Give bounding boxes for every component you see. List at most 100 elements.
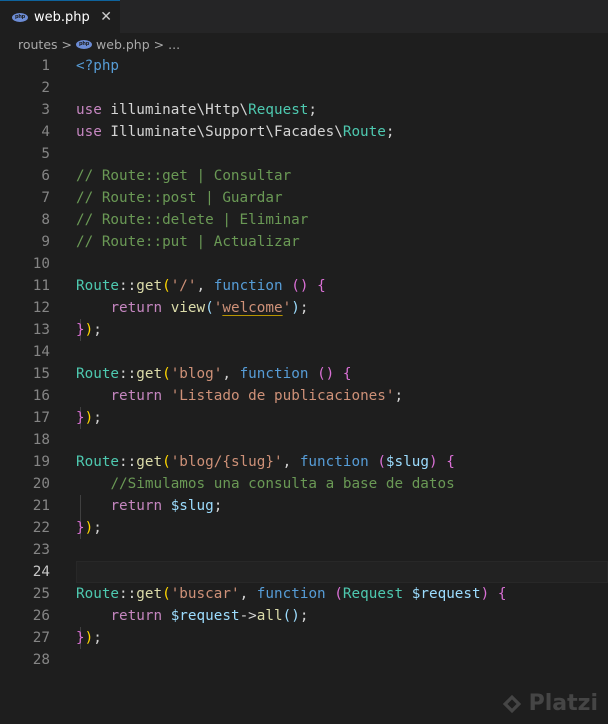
line-number: 4 (41, 124, 50, 140)
line-number: 24 (32, 564, 50, 580)
code-token: <?php (76, 58, 120, 74)
code-line[interactable]: 27}); (0, 627, 608, 649)
code-token: ) (84, 630, 94, 646)
code-line[interactable]: 14 (0, 341, 608, 363)
code-token: ; (93, 322, 102, 338)
code-line[interactable]: 26 return $request->all(); (0, 605, 608, 627)
code-text: Route::get('blog/{slug}', function ($slu… (76, 451, 455, 473)
code-token: Route (76, 366, 120, 382)
line-number: 25 (32, 586, 50, 602)
code-token: return (110, 388, 163, 404)
code-line[interactable]: 4 use Illuminate\Support\Facades\Route; (0, 121, 608, 143)
code-line[interactable]: 13}); (0, 319, 608, 341)
code-token: ) (428, 454, 438, 470)
code-line[interactable]: 22}); (0, 517, 608, 539)
code-token: ; (299, 608, 309, 624)
code-line[interactable]: 12 return view('welcome'); (0, 297, 608, 319)
close-icon[interactable]: ✕ (100, 9, 112, 25)
code-token: ( (162, 366, 171, 382)
code-token: { (497, 586, 507, 602)
code-text: Route::get('blog', function () { (76, 363, 352, 385)
code-line[interactable]: 18 (0, 429, 608, 451)
line-number: 22 (32, 520, 50, 536)
code-text: // Route::get | Consultar (76, 165, 291, 187)
code-token: $request (411, 586, 481, 602)
line-number: 7 (41, 190, 50, 206)
code-line[interactable]: 20 //Simulamos una consulta a base de da… (0, 473, 608, 495)
code-text: }); (76, 627, 102, 649)
code-text: return $request->all(); (76, 605, 308, 627)
code-line[interactable]: 5 (0, 143, 608, 165)
code-line[interactable]: 25 Route::get('buscar', function (Request… (0, 583, 608, 605)
code-token: function (213, 278, 283, 294)
code-line[interactable]: 3 use illuminate\Http\Request; (0, 99, 608, 121)
code-line[interactable]: 1 <?php (0, 55, 608, 77)
code-token: get (136, 366, 163, 382)
line-number: 1 (41, 58, 50, 74)
code-token: { (317, 278, 326, 294)
code-token: $slug (170, 498, 214, 514)
code-line[interactable]: 23 (0, 539, 608, 561)
chevron-right-icon: > (61, 36, 73, 52)
code-token: all (256, 608, 283, 624)
line-number: 18 (32, 432, 50, 448)
code-token: ( (162, 454, 171, 470)
code-token: } (76, 322, 85, 338)
code-line[interactable]: 21 return $slug; (0, 495, 608, 517)
breadcrumb-symbol[interactable]: ... (168, 37, 180, 52)
code-line[interactable]: 9 // Route::put | Actualizar (0, 231, 608, 253)
code-line[interactable]: 15 Route::get('blog', function () { (0, 363, 608, 385)
code-token: , (196, 278, 214, 294)
watermark-text: Platzi (528, 691, 598, 716)
code-token: function (299, 454, 369, 470)
code-token: { (342, 366, 352, 382)
line-number: 26 (32, 608, 50, 624)
php-file-icon: php (12, 12, 28, 22)
code-line[interactable]: 28 (0, 649, 608, 671)
code-line[interactable]: 10 (0, 253, 608, 275)
code-token: // Route::post | Guardar (76, 190, 283, 206)
code-token: use (76, 102, 102, 118)
code-text: // Route::put | Actualizar (76, 231, 300, 253)
breadcrumb-file[interactable]: web.php (96, 37, 150, 52)
line-number: 17 (32, 410, 50, 426)
php-file-icon: php (76, 39, 93, 49)
code-line[interactable]: 2 (0, 77, 608, 99)
code-line[interactable]: 8 // Route::delete | Eliminar (0, 209, 608, 231)
code-token: // Route::delete | Eliminar (76, 212, 309, 228)
code-text: //Simulamos una consulta a base de datos (76, 473, 454, 495)
code-line[interactable]: 16 return 'Listado de publicaciones'; (0, 385, 608, 407)
line-number: 19 (32, 454, 50, 470)
code-token: Illuminate\Support\Facades\ (101, 124, 343, 140)
code-line[interactable]: 7 // Route::post | Guardar (0, 187, 608, 209)
code-line[interactable]: 19 Route::get('blog/{slug}', function ($s… (0, 451, 608, 473)
code-text: // Route::post | Guardar (76, 187, 283, 209)
code-line[interactable]: 11 Route::get('/', function () { (0, 275, 608, 297)
line-number: 21 (32, 498, 50, 514)
tab-bar: php web.php ✕ (0, 0, 608, 33)
code-line[interactable]: 24 (0, 561, 608, 583)
line-number: 10 (32, 256, 50, 272)
breadcrumb: routes > php web.php > ... (0, 33, 608, 55)
line-number: 12 (32, 300, 50, 316)
breadcrumb-folder[interactable]: routes (18, 37, 58, 52)
code-token: $slug (385, 454, 429, 470)
code-editor[interactable]: 1 <?php 2 3 use illuminate\Http\Request; 4 use… (0, 55, 608, 671)
code-token: $request (170, 608, 240, 624)
tab-web-php[interactable]: php web.php ✕ (0, 0, 120, 33)
code-token: () (291, 278, 309, 294)
line-number: 20 (32, 476, 50, 492)
code-line[interactable]: 6 // Route::get | Consultar (0, 165, 608, 187)
code-token: ; (213, 498, 223, 514)
code-line[interactable]: 17}); (0, 407, 608, 429)
code-token: Route (76, 278, 120, 294)
